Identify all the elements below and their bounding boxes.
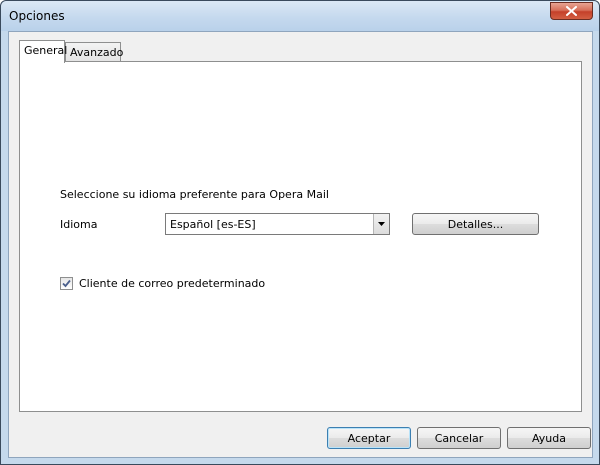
general-panel: Seleccione su idioma preferente para Ope… bbox=[19, 61, 582, 412]
help-button[interactable]: Ayuda bbox=[507, 427, 591, 449]
details-button[interactable]: Detalles... bbox=[412, 213, 539, 235]
cancel-button[interactable]: Cancelar bbox=[417, 427, 501, 449]
title-bar[interactable]: Opciones bbox=[1, 1, 599, 31]
language-prompt: Seleccione su idioma preferente para Ope… bbox=[60, 188, 329, 201]
accept-button[interactable]: Aceptar bbox=[327, 427, 411, 449]
language-label: Idioma bbox=[60, 218, 98, 231]
language-select-dropdown[interactable] bbox=[373, 214, 389, 234]
tab-general-label: General bbox=[24, 44, 68, 57]
options-dialog: Opciones General Avanzado Seleccione su … bbox=[0, 0, 600, 465]
default-client-option[interactable]: Cliente de correo predeterminado bbox=[60, 277, 265, 290]
checkmark-icon bbox=[62, 279, 71, 288]
default-client-label: Cliente de correo predeterminado bbox=[79, 277, 266, 290]
close-button[interactable] bbox=[550, 2, 593, 20]
language-select[interactable]: Español [es-ES] bbox=[165, 213, 390, 235]
language-select-value: Español [es-ES] bbox=[170, 218, 256, 231]
window-title: Opciones bbox=[9, 9, 65, 23]
close-icon bbox=[566, 6, 577, 16]
tab-avanzado-label: Avanzado bbox=[70, 46, 124, 59]
chevron-down-icon bbox=[378, 222, 385, 226]
default-client-checkbox[interactable] bbox=[60, 277, 73, 290]
tab-general[interactable]: General bbox=[19, 40, 68, 63]
tab-avanzado[interactable]: Avanzado bbox=[65, 42, 124, 62]
dialog-body: General Avanzado Seleccione su idioma pr… bbox=[8, 31, 593, 458]
